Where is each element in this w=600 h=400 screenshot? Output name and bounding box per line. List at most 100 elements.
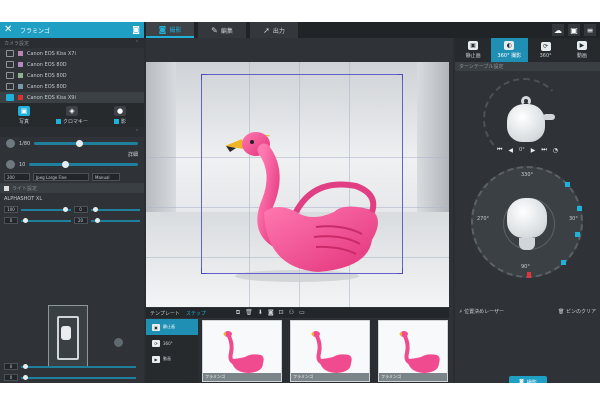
- tab-steps[interactable]: ステップ: [186, 310, 206, 317]
- download-icon[interactable]: ⬇: [258, 309, 263, 317]
- mode-dropdown[interactable]: Manual: [92, 173, 120, 181]
- crop-handle[interactable]: [397, 268, 403, 274]
- slider-knob[interactable]: [23, 217, 29, 223]
- pin-marker[interactable]: [565, 182, 570, 187]
- tab-360[interactable]: ⟳ 360°: [528, 38, 564, 62]
- checkbox-icon[interactable]: [113, 118, 119, 124]
- slider-knob[interactable]: [92, 206, 98, 212]
- light-bulb-icon[interactable]: [114, 338, 123, 347]
- light-value[interactable]: 100: [4, 206, 18, 213]
- cloud-icon[interactable]: ☁: [552, 24, 564, 36]
- slider-knob[interactable]: [23, 374, 29, 380]
- nav-video[interactable]: ▶ 動画: [146, 351, 198, 367]
- skip-forward-icon[interactable]: ⏭: [541, 146, 546, 154]
- thumbnail-caption: フラミンゴ: [379, 373, 447, 381]
- mode-chroma[interactable]: ◈ クロマキー: [48, 103, 96, 127]
- shutter-slider[interactable]: [34, 140, 138, 147]
- slider-knob[interactable]: [61, 161, 69, 168]
- camera-row[interactable]: Canon EOS 80D: [0, 59, 144, 70]
- light-slider[interactable]: [21, 363, 136, 369]
- skip-back-icon[interactable]: ⏮: [497, 146, 502, 154]
- nav-label: 360°: [163, 340, 173, 346]
- mode-photo[interactable]: ▣ 写真: [0, 103, 48, 127]
- light-value[interactable]: 0: [73, 206, 88, 213]
- light-section-header[interactable]: ライト設定: [0, 183, 144, 193]
- export-icon: ➚: [263, 25, 270, 35]
- rotation-control[interactable]: 330° 30° 270° 90°: [455, 166, 600, 306]
- people-icon[interactable]: ⚇: [289, 309, 294, 317]
- reset-icon[interactable]: ◔: [553, 147, 558, 154]
- kettle-spout: [543, 114, 555, 120]
- checkbox-icon[interactable]: [55, 118, 61, 124]
- nav-360[interactable]: ⟳ 360°: [146, 335, 198, 351]
- copy-icon[interactable]: ⧉: [236, 309, 240, 317]
- aperture-slider[interactable]: [29, 161, 138, 168]
- folder-icon[interactable]: ▭: [299, 309, 305, 317]
- pin-marker[interactable]: [561, 260, 566, 265]
- crop-handle[interactable]: [201, 268, 207, 274]
- crop-frame[interactable]: [201, 74, 403, 274]
- camera-icon: [6, 94, 14, 101]
- detail-label[interactable]: 詳細: [128, 151, 138, 158]
- camera-row-selected[interactable]: Canon EOS Kiss X9i: [0, 92, 144, 103]
- mode-shadow[interactable]: ● 影: [96, 103, 144, 127]
- current-position-marker[interactable]: [527, 272, 531, 278]
- iso-dropdown[interactable]: 200: [4, 173, 30, 181]
- pin-marker[interactable]: [577, 206, 582, 211]
- slider-knob[interactable]: [95, 217, 101, 223]
- close-icon[interactable]: ✕: [4, 24, 14, 36]
- light-value[interactable]: 0: [4, 217, 18, 224]
- camera-row[interactable]: Canon EOS 80D: [0, 70, 144, 81]
- step-forward-icon[interactable]: ▶: [531, 147, 536, 154]
- save-icon[interactable]: ▣: [568, 24, 580, 36]
- tab-export[interactable]: ➚ 出力: [250, 22, 298, 38]
- tab-edit[interactable]: ✎ 編集: [198, 22, 246, 38]
- tab-still[interactable]: ▣ 静止画: [455, 38, 491, 62]
- light-value[interactable]: 20: [73, 217, 88, 224]
- dial-label: 90°: [521, 264, 530, 270]
- shoot-button[interactable]: ◙ 撮影: [509, 376, 547, 383]
- light-slider[interactable]: [90, 206, 140, 212]
- chevron-up-icon[interactable]: ⌃: [135, 40, 139, 46]
- light-slider[interactable]: [21, 217, 71, 223]
- step-back-icon[interactable]: ◀: [508, 147, 513, 154]
- tab-video[interactable]: ▶ 動画: [564, 38, 600, 62]
- chevron-up-icon[interactable]: ⌃: [135, 129, 139, 135]
- trash-icon[interactable]: 🗑: [245, 309, 253, 317]
- aperture-icon: [6, 160, 15, 169]
- light-slider[interactable]: [90, 217, 140, 223]
- camera-name: Canon EOS 80D: [27, 83, 67, 90]
- lock-icon[interactable]: ⊡: [279, 309, 284, 317]
- laser-toggle[interactable]: ⚡ 位置決めレーザー: [459, 308, 504, 315]
- camera-section-header[interactable]: カメラ設定 ⌃: [0, 38, 144, 48]
- rotation-dial[interactable]: 330° 30° 270° 90°: [471, 166, 583, 278]
- crop-handle[interactable]: [201, 74, 207, 80]
- tab-template[interactable]: テンプレート: [150, 310, 180, 317]
- camera-icon[interactable]: ◙: [268, 309, 274, 317]
- kettle-preview: [507, 198, 547, 238]
- slider-knob[interactable]: [63, 206, 69, 212]
- camera-icon[interactable]: ◙: [132, 25, 140, 34]
- slider-knob[interactable]: [75, 140, 83, 147]
- kettle-spout: [519, 238, 535, 250]
- light-value[interactable]: 0: [4, 374, 18, 381]
- light-slider[interactable]: [21, 206, 71, 212]
- camera-row[interactable]: Canon EOS 80D: [0, 81, 144, 92]
- thumbnail[interactable]: フラミンゴ: [290, 320, 370, 382]
- checkbox-icon[interactable]: [4, 185, 9, 191]
- nav-still[interactable]: ▣ 静止画: [146, 319, 198, 335]
- live-view[interactable]: [146, 62, 449, 307]
- clear-pins[interactable]: 🗑 ピンのクリア: [558, 308, 596, 315]
- crop-handle[interactable]: [397, 74, 403, 80]
- pin-marker[interactable]: [575, 232, 580, 237]
- camera-row[interactable]: Canon EOS Kiss X7i: [0, 48, 144, 59]
- thumbnail[interactable]: フラミンゴ: [202, 320, 282, 382]
- thumbnail[interactable]: フラミンゴ: [378, 320, 448, 382]
- tab-capture[interactable]: ◙ 撮影: [146, 22, 194, 38]
- light-slider[interactable]: [21, 374, 136, 380]
- slider-knob[interactable]: [23, 363, 29, 369]
- light-value[interactable]: 0: [4, 363, 18, 370]
- menu-icon[interactable]: ≡: [584, 24, 596, 36]
- quality-dropdown[interactable]: Jpeg Large Fine: [33, 173, 89, 181]
- tab-orbit[interactable]: ◐ 360° 撮影: [491, 38, 528, 62]
